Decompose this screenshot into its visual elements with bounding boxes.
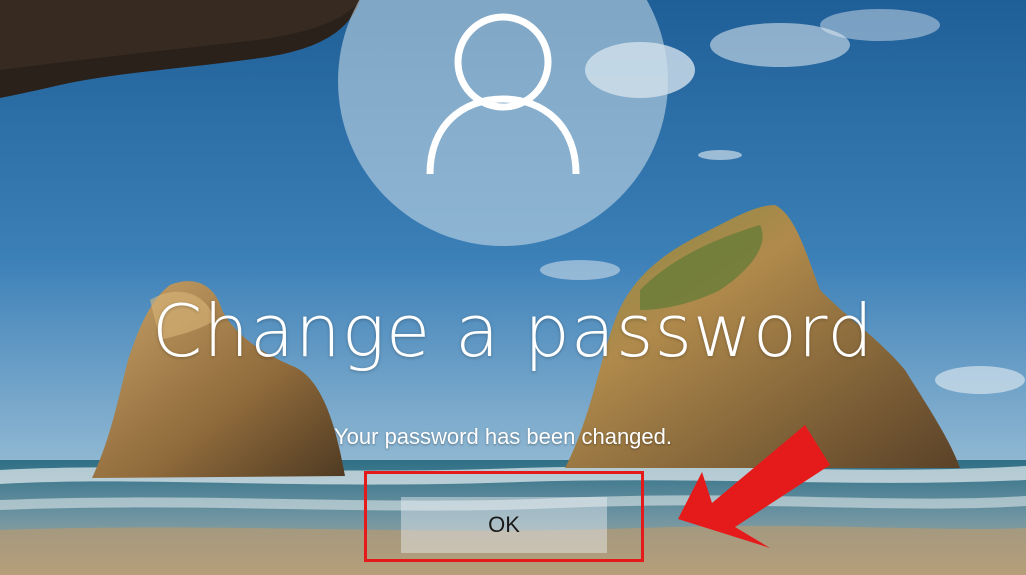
user-avatar [338,0,668,246]
user-silhouette-icon [426,13,580,175]
page-title: Change a password [152,289,874,373]
status-message: Your password has been changed. [334,424,672,449]
ok-button[interactable]: OK [401,497,607,553]
